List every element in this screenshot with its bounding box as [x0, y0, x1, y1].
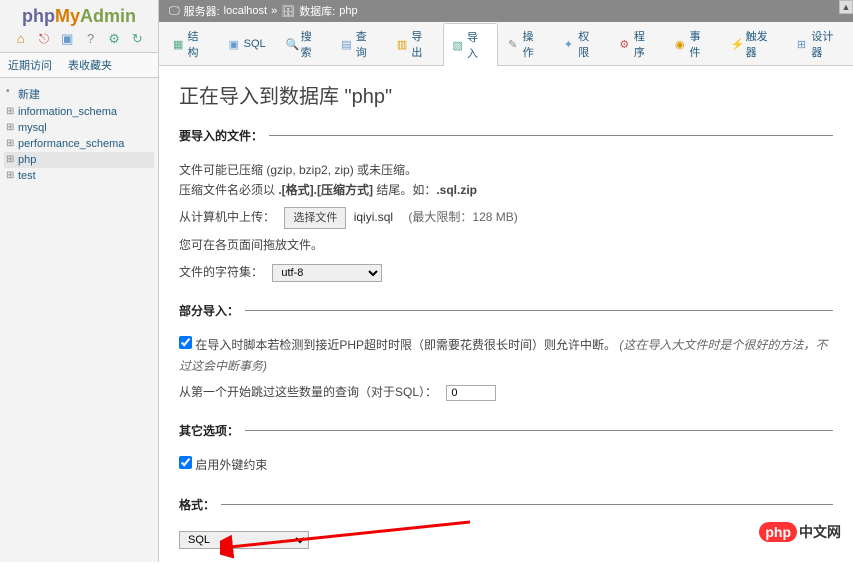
choose-file-button[interactable]: 选择文件 [284, 207, 346, 230]
bc-db[interactable]: php [339, 5, 357, 17]
搜索-icon: 🔍 [286, 38, 298, 50]
db-icon: 🗄 [281, 5, 295, 18]
charset-select[interactable]: utf-8 [272, 264, 382, 282]
legend-file: 要导入的文件： [179, 127, 269, 144]
触发器-icon: ⚡ [731, 38, 743, 50]
fk-label: 启用外键约束 [195, 458, 267, 472]
SQL-icon: ▣ [229, 38, 241, 50]
tab-label: 搜索 [301, 28, 322, 60]
tab-label: 查询 [356, 28, 377, 60]
server-icon: 🖵 [169, 5, 180, 18]
other-section: 其它选项： 启用外键约束 [179, 422, 833, 481]
main: 🖵 服务器: localhost » 🗄 数据库: php ▲ ▦结构▣SQL🔍… [159, 0, 853, 562]
tab-label: 设计器 [811, 28, 843, 60]
tab-label: 结构 [188, 28, 209, 60]
导出-icon: ▥ [397, 38, 409, 50]
sql-icon[interactable]: ▣ [60, 31, 74, 45]
查询-icon: ▤ [341, 38, 353, 50]
fk-checkbox[interactable] [179, 456, 192, 469]
breadcrumb: 🖵 服务器: localhost » 🗄 数据库: php [159, 0, 853, 22]
legend-format: 格式： [179, 496, 221, 513]
allow-interrupt-label: 在导入时脚本若检测到接近PHP超时时限（即需要花费很长时间）则允许中断。 [195, 338, 616, 352]
watermark-badge: php [759, 522, 797, 542]
settings-icon[interactable]: ⚙ [107, 31, 121, 45]
max-size: (最大限制：128 MB) [408, 210, 517, 224]
设计器-icon: ⊞ [797, 38, 809, 50]
tab-label: 触发器 [746, 28, 777, 60]
bc-db-label: 数据库: [299, 3, 335, 19]
tab-favorites[interactable]: 表收藏夹 [60, 53, 120, 77]
bc-sep: » [271, 5, 277, 17]
tree-db[interactable]: information_schema [4, 104, 154, 120]
partial-section: 部分导入： 在导入时脚本若检测到接近PHP超时时限（即需要花费很长时间）则允许中… [179, 302, 833, 408]
导入-icon: ▧ [453, 39, 465, 51]
page-title: 正在导入到数据库 "php" [179, 80, 833, 109]
tree-db[interactable]: mysql [4, 120, 154, 136]
tab-label: 程序 [634, 28, 655, 60]
content: 正在导入到数据库 "php" 要导入的文件： 文件可能已压缩 (gzip, bz… [159, 66, 853, 562]
allow-interrupt-checkbox[interactable] [179, 336, 192, 349]
home-icon[interactable]: ⌂ [14, 31, 28, 45]
tree-new[interactable]: 新建 [4, 84, 154, 104]
结构-icon: ▦ [173, 38, 185, 50]
tab-结构[interactable]: ▦结构 [163, 22, 219, 65]
tab-label: 操作 [523, 28, 544, 60]
tab-recent[interactable]: 近期访问 [0, 53, 60, 77]
format-select[interactable]: SQL [179, 531, 309, 549]
tab-设计器[interactable]: ⊞设计器 [787, 22, 853, 65]
skip-input[interactable] [446, 385, 496, 401]
skip-label: 从第一个开始跳过这些数量的查询（对于SQL）： [179, 385, 437, 399]
watermark-text: 中文网 [799, 522, 841, 542]
reload-icon[interactable]: ↻ [130, 31, 144, 45]
sidebar: phpMyAdmin ⌂ ⎋ ▣ ? ⚙ ↻ 近期访问 表收藏夹 新建 info… [0, 0, 159, 562]
scroll-up-icon[interactable]: ▲ [839, 0, 853, 14]
bc-server[interactable]: localhost [224, 5, 267, 17]
format-section: 格式： SQL [179, 496, 833, 555]
drag-hint: 您可在各页面间拖放文件。 [179, 235, 833, 255]
logo[interactable]: phpMyAdmin [0, 0, 158, 29]
chosen-file-name: iqiyi.sql [354, 210, 393, 224]
bc-server-label: 服务器: [184, 3, 220, 19]
logout-icon[interactable]: ⎋ [37, 31, 51, 45]
tab-label: 导出 [411, 28, 432, 60]
upload-label: 从计算机中上传： [179, 210, 275, 224]
tab-label: 权限 [578, 28, 599, 60]
compress-hint: 文件可能已压缩 (gzip, bzip2, zip) 或未压缩。 压缩文件名必须… [179, 160, 833, 201]
tree-db-selected[interactable]: php [4, 152, 154, 168]
legend-partial: 部分导入： [179, 302, 245, 319]
db-tree: 新建 information_schema mysql performance_… [0, 78, 158, 190]
tab-SQL[interactable]: ▣SQL [219, 22, 276, 65]
tab-导出[interactable]: ▥导出 [387, 22, 443, 65]
事件-icon: ◉ [675, 38, 687, 50]
tab-权限[interactable]: ✦权限 [554, 22, 610, 65]
程序-icon: ⚙ [619, 38, 631, 50]
权限-icon: ✦ [564, 38, 576, 50]
sidebar-tabs: 近期访问 表收藏夹 [0, 52, 158, 78]
tab-触发器[interactable]: ⚡触发器 [721, 22, 787, 65]
charset-label: 文件的字符集： [179, 265, 263, 279]
tab-程序[interactable]: ⚙程序 [609, 22, 665, 65]
main-tabs: ▦结构▣SQL🔍搜索▤查询▥导出▧导入✎操作✦权限⚙程序◉事件⚡触发器⊞设计器 [159, 22, 853, 66]
tree-db[interactable]: test [4, 168, 154, 184]
sidebar-toolbar: ⌂ ⎋ ▣ ? ⚙ ↻ [0, 29, 158, 52]
docs-icon[interactable]: ? [84, 31, 98, 45]
tab-操作[interactable]: ✎操作 [498, 22, 554, 65]
tab-label: SQL [244, 38, 266, 50]
tree-db[interactable]: performance_schema [4, 136, 154, 152]
file-section: 要导入的文件： 文件可能已压缩 (gzip, bzip2, zip) 或未压缩。… [179, 127, 833, 288]
watermark: php 中文网 [759, 522, 841, 542]
tab-导入[interactable]: ▧导入 [443, 23, 499, 66]
tab-label: 事件 [690, 28, 711, 60]
tab-事件[interactable]: ◉事件 [665, 22, 721, 65]
tab-查询[interactable]: ▤查询 [331, 22, 387, 65]
tab-label: 导入 [467, 29, 488, 61]
操作-icon: ✎ [508, 38, 520, 50]
tab-搜索[interactable]: 🔍搜索 [276, 22, 332, 65]
legend-other: 其它选项： [179, 422, 245, 439]
